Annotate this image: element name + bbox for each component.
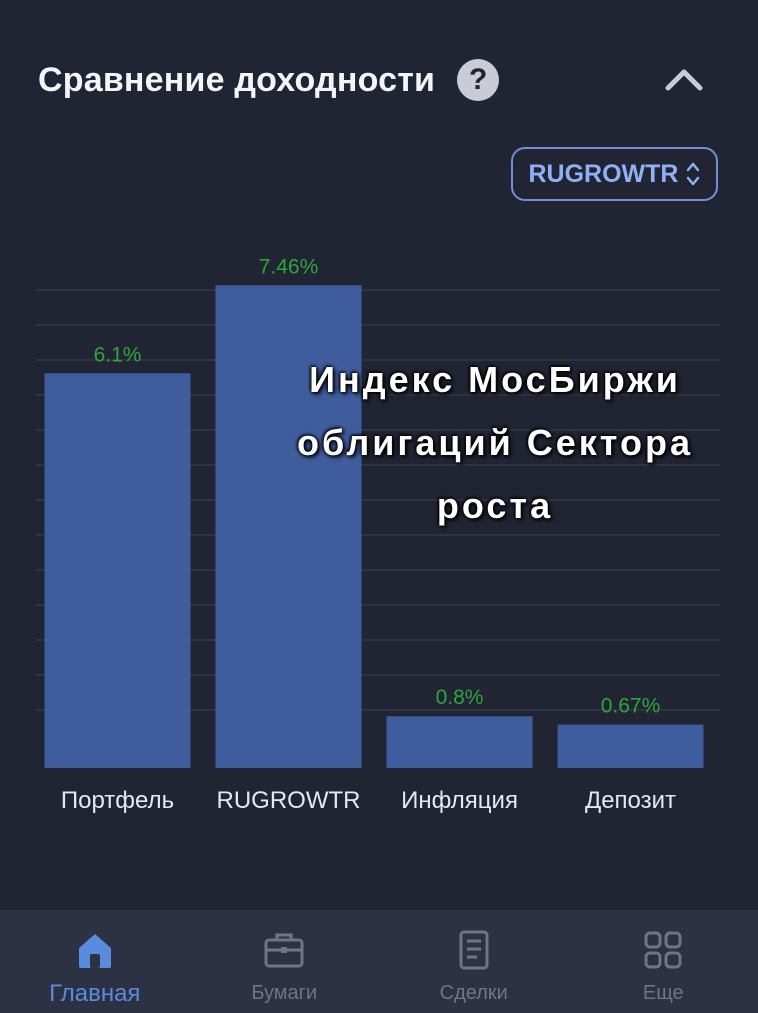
tab-more[interactable]: Еще [569, 910, 758, 1013]
tab-home[interactable]: Главная [0, 910, 190, 1013]
grid-icon [644, 931, 682, 969]
briefcase-icon [264, 933, 304, 968]
tab-label: Главная [49, 980, 141, 1007]
benchmark-caption: Индекс МосБиржи облигаций Сектора роста [270, 348, 720, 537]
tab-label: Сделки [439, 982, 508, 1004]
tab-label: Еще [642, 982, 684, 1004]
document-icon [459, 930, 489, 970]
benchmark-caption-line: роста [436, 485, 554, 526]
bar[interactable] [557, 724, 704, 768]
bar[interactable] [386, 716, 533, 768]
bar[interactable] [44, 373, 191, 768]
bar-value-label: 7.46% [259, 255, 319, 278]
bar-value-label: 0.8% [436, 686, 484, 709]
bottom-navigation: Главная Бумаги Сделки Еще [0, 910, 758, 1013]
category-label: Портфель [61, 787, 174, 814]
category-label: Депозит [585, 787, 676, 814]
home-icon [78, 934, 111, 968]
tab-deals[interactable]: Сделки [379, 910, 569, 1013]
bar-value-label: 6.1% [94, 343, 142, 366]
category-label: RUGROWTR [217, 787, 361, 814]
benchmark-caption-line: Индекс МосБиржи [309, 359, 681, 400]
benchmark-caption-line: облигаций Сектора [297, 422, 693, 463]
category-label: Инфляция [401, 787, 518, 814]
tab-label: Бумаги [251, 982, 318, 1004]
bar-value-label: 0.67% [601, 695, 661, 718]
tab-securities[interactable]: Бумаги [190, 910, 380, 1013]
